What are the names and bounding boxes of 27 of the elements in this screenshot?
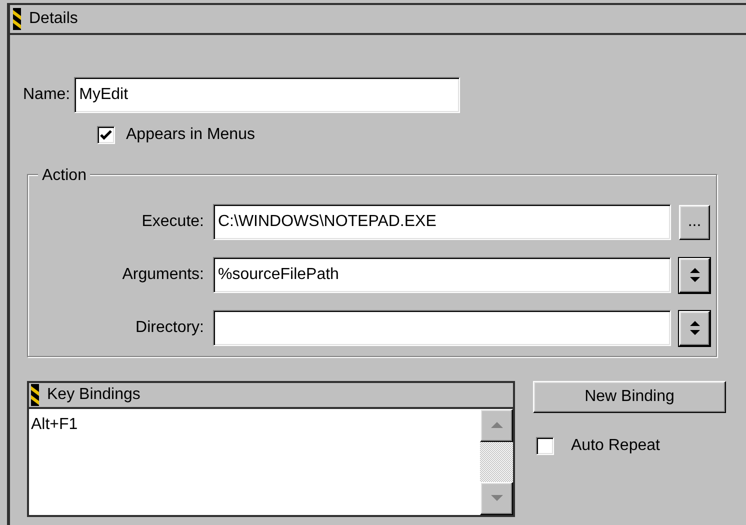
new-binding-button[interactable]: New Binding	[533, 381, 726, 413]
scroll-up-button[interactable]	[480, 409, 513, 442]
text-field[interactable]	[213, 310, 671, 346]
scroll-down-button[interactable]	[480, 482, 513, 515]
field-label: Execute:	[140, 212, 204, 232]
stripe-icon	[13, 8, 21, 30]
field-label: Directory:	[134, 318, 204, 338]
checkbox[interactable]	[97, 126, 115, 144]
checkbox-label: Auto Repeat	[571, 436, 660, 456]
field-label: Arguments:	[121, 265, 204, 285]
down-arrow-icon	[490, 494, 504, 502]
checkbox[interactable]	[536, 437, 554, 455]
name-field[interactable]: MyEdit	[74, 77, 460, 113]
text-field[interactable]: C:\WINDOWS\NOTEPAD.EXE	[213, 204, 671, 240]
spinner-button[interactable]	[679, 258, 710, 292]
up-down-arrows-icon	[688, 266, 700, 283]
checkbox-label: Appears in Menus	[126, 125, 255, 145]
stripe-icon	[31, 384, 39, 406]
panel-title: Key Bindings	[47, 385, 140, 405]
up-down-arrows-icon	[688, 320, 700, 336]
name-label: Name:	[23, 85, 70, 105]
list-item[interactable]: Alt+F1	[31, 413, 78, 437]
up-arrow-icon	[490, 421, 504, 430]
panel-title: Details	[29, 9, 78, 29]
text-field[interactable]: %sourceFilePath	[213, 257, 671, 293]
browse-button[interactable]: ...	[679, 204, 710, 240]
spinner-button[interactable]	[679, 310, 710, 346]
